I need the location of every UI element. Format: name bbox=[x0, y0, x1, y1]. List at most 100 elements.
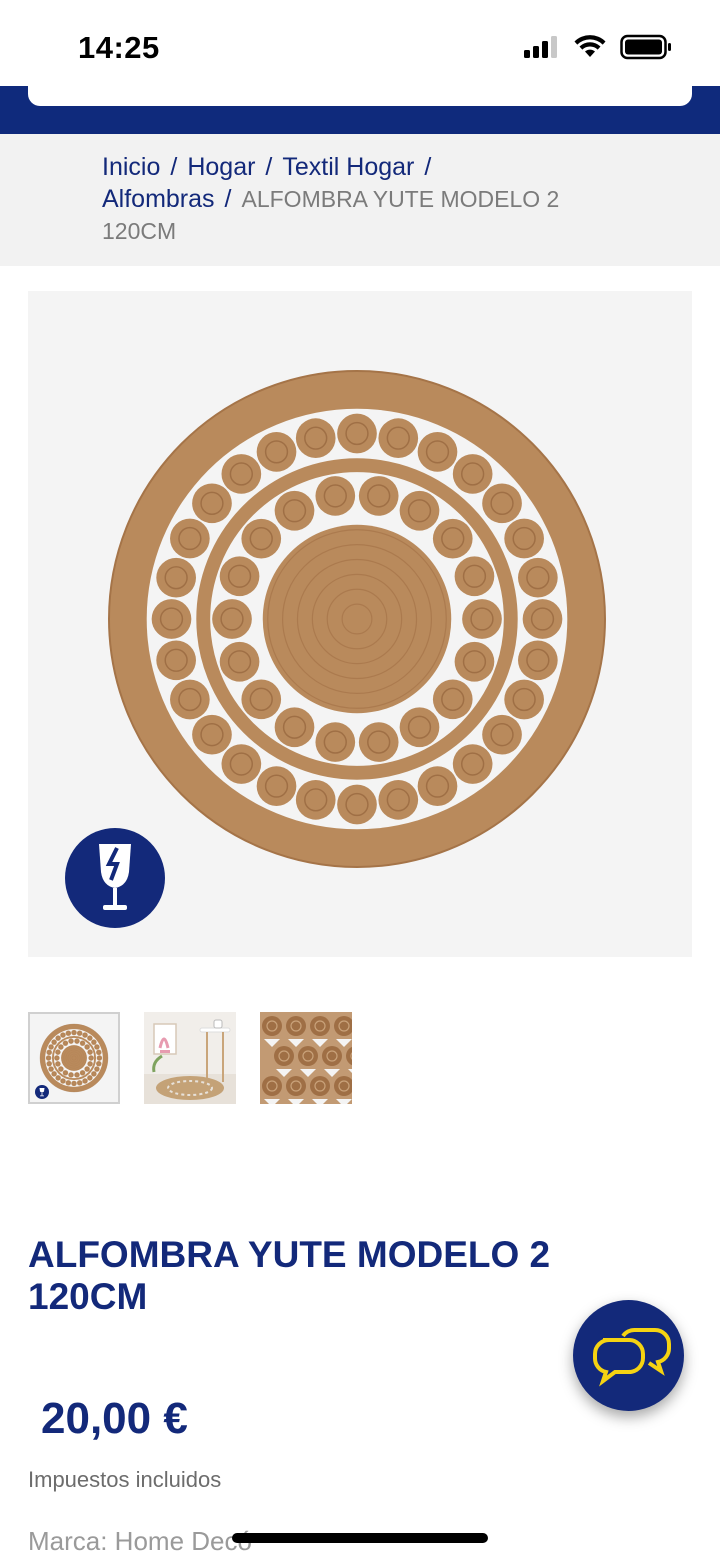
rug-swirl bbox=[91, 1071, 97, 1077]
rug-swirl bbox=[286, 1016, 306, 1036]
rug-swirl bbox=[170, 679, 210, 720]
rug-swirl bbox=[58, 1066, 64, 1072]
rug-swirl bbox=[74, 1038, 80, 1044]
rug-center bbox=[262, 524, 452, 714]
rug-swirl bbox=[482, 483, 522, 524]
rug-swirl bbox=[315, 722, 356, 762]
thumbnail-1[interactable] bbox=[28, 1012, 120, 1104]
rug-swirl bbox=[274, 490, 315, 531]
rug-swirl bbox=[358, 722, 399, 762]
home-indicator bbox=[232, 1533, 488, 1543]
chat-bubbles-icon bbox=[593, 1328, 671, 1387]
rug-detail-thumbnail bbox=[260, 1012, 352, 1104]
rug-swirl bbox=[87, 1049, 93, 1055]
rug-swirl bbox=[48, 1066, 54, 1072]
rug-swirl bbox=[358, 476, 399, 516]
rug-swirl bbox=[504, 679, 544, 720]
breadcrumb-link-inicio[interactable]: Inicio bbox=[102, 153, 160, 181]
rug-swirl bbox=[79, 1040, 86, 1046]
fragile-glass-icon bbox=[99, 844, 131, 910]
room-scene-thumbnail bbox=[144, 1012, 236, 1104]
breadcrumb-link-textil-hogar[interactable]: Textil Hogar bbox=[282, 153, 414, 181]
rug-swirl bbox=[76, 1080, 83, 1086]
rug-swirl bbox=[315, 476, 356, 516]
breadcrumb-separator: / bbox=[170, 153, 178, 181]
rug-swirl bbox=[96, 1049, 102, 1056]
rug-swirl bbox=[87, 1075, 93, 1081]
wifi-icon bbox=[574, 35, 606, 57]
rug-swirl bbox=[452, 744, 493, 784]
cellular-signal-icon bbox=[524, 36, 557, 58]
rug-swirl bbox=[504, 518, 544, 559]
rug-swirl bbox=[79, 1070, 86, 1076]
status-icons bbox=[524, 34, 672, 60]
rug-swirl bbox=[192, 483, 232, 524]
rug-swirl bbox=[55, 1035, 61, 1041]
rug-swirl bbox=[74, 1072, 80, 1078]
rug-swirl bbox=[482, 714, 522, 755]
rug-swirl bbox=[274, 707, 315, 748]
thumbnail-2[interactable] bbox=[144, 1012, 236, 1104]
chat-button[interactable] bbox=[573, 1300, 684, 1411]
thumbnail-gallery bbox=[28, 1012, 352, 1104]
rug-swirl bbox=[48, 1044, 54, 1050]
rug-swirl bbox=[96, 1055, 103, 1061]
rug-swirl bbox=[62, 1070, 69, 1076]
rug-swirl bbox=[522, 599, 563, 639]
rug-swirl bbox=[94, 1044, 100, 1050]
rug-swirl bbox=[241, 518, 282, 559]
rug-swirl bbox=[219, 641, 260, 682]
rug-swirl bbox=[286, 1076, 306, 1096]
rug-swirl bbox=[295, 418, 336, 458]
rug-swirl bbox=[46, 1060, 52, 1067]
rug-swirl bbox=[156, 640, 196, 681]
rug-swirl bbox=[432, 679, 473, 720]
breadcrumb-separator: / bbox=[424, 153, 432, 181]
rug-swirl bbox=[417, 766, 458, 806]
rug-swirl bbox=[219, 556, 260, 597]
breadcrumb-separator: / bbox=[265, 153, 273, 181]
product-main-image[interactable] bbox=[28, 291, 692, 957]
rug-swirl bbox=[156, 557, 196, 598]
rug-swirl bbox=[192, 714, 232, 755]
rug-swirl bbox=[88, 1055, 94, 1061]
rug-swirl bbox=[94, 1066, 100, 1072]
rug-swirl bbox=[46, 1049, 52, 1056]
rug-swirl bbox=[91, 1039, 97, 1045]
rug-swirl bbox=[310, 1076, 330, 1096]
rug-swirl bbox=[337, 784, 377, 825]
rug-swirl bbox=[65, 1030, 72, 1036]
breadcrumb: Inicio / Hogar / Textil Hogar / Alfombras / ALF… bbox=[0, 134, 720, 266]
breadcrumb-link-alfombras[interactable]: Alfombras bbox=[102, 185, 215, 213]
rug-swirl bbox=[51, 1039, 57, 1045]
breadcrumb-link-hogar[interactable]: Hogar bbox=[187, 153, 255, 181]
product-title: ALFOMBRA YUTE MODELO 2 120CM bbox=[28, 1234, 551, 1317]
rug-swirl bbox=[432, 518, 473, 559]
rug-swirl bbox=[82, 1032, 88, 1038]
rug-swirl bbox=[54, 1055, 60, 1061]
tax-note: Impuestos incluidos bbox=[28, 1467, 222, 1492]
rug-swirl bbox=[262, 1016, 282, 1036]
rug-swirl bbox=[96, 1060, 102, 1067]
thumbnail-3[interactable] bbox=[260, 1012, 352, 1104]
rug-swirl bbox=[310, 1016, 330, 1036]
rug-swirl bbox=[82, 1078, 88, 1084]
rug-swirl bbox=[151, 599, 192, 639]
rug-swirl bbox=[378, 418, 419, 458]
rug-swirl bbox=[298, 1046, 318, 1066]
product-brand: Marca: Home Decó bbox=[28, 1526, 252, 1556]
rug-swirl bbox=[452, 454, 493, 494]
status-time: 14:25 bbox=[78, 30, 160, 65]
fragile-badge bbox=[65, 828, 165, 928]
rug-swirl bbox=[71, 1080, 77, 1087]
rug-swirl bbox=[71, 1029, 77, 1036]
rug-swirl bbox=[51, 1071, 57, 1077]
rug-swirl bbox=[337, 413, 377, 454]
rug-swirl bbox=[84, 1066, 90, 1072]
header-search-card[interactable] bbox=[28, 86, 692, 106]
rug-swirl bbox=[170, 518, 210, 559]
rug-swirl bbox=[262, 1076, 282, 1096]
rug-swirl bbox=[454, 641, 495, 682]
rug-swirl bbox=[322, 1046, 342, 1066]
rug-swirl bbox=[60, 1078, 66, 1084]
